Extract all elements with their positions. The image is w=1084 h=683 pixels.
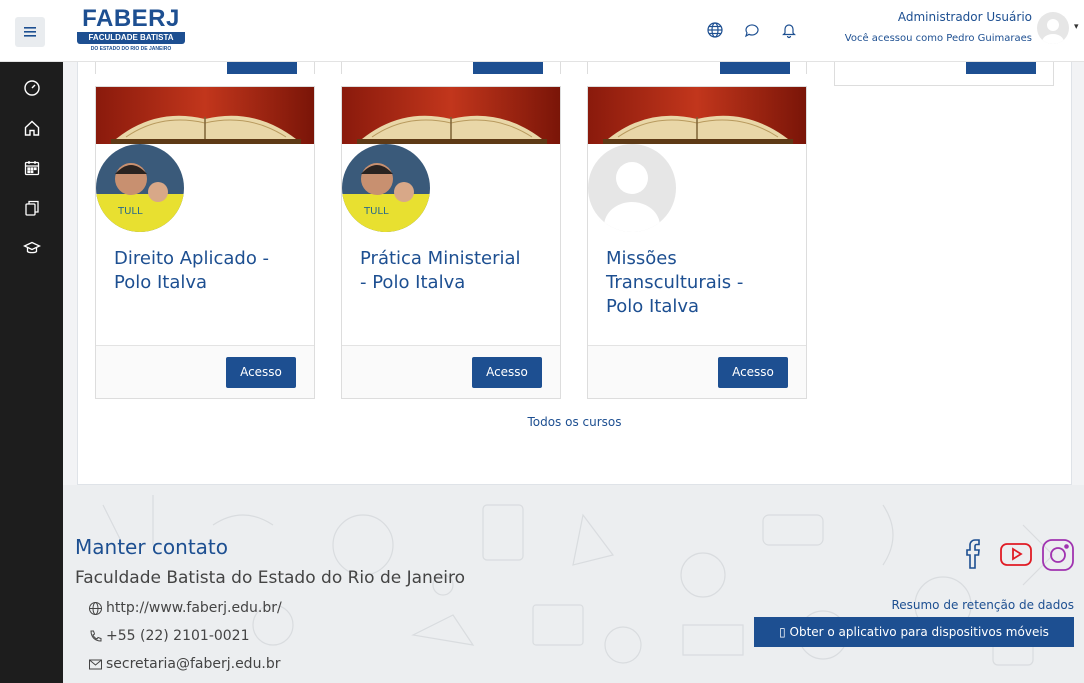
course-image[interactable] xyxy=(588,87,806,144)
phone-text[interactable]: +55 (22) 2101-0021 xyxy=(106,628,250,644)
organization-name: Faculdade Batista do Estado do Rio de Ja… xyxy=(75,568,466,588)
globe-icon xyxy=(89,601,102,615)
acesso-button[interactable]: Acesso xyxy=(472,357,542,388)
course-title[interactable]: Prática Ministerial - Polo Italva xyxy=(360,247,550,295)
menu-icon xyxy=(24,27,36,37)
contact-title: Manter contato xyxy=(75,535,228,559)
course-image[interactable] xyxy=(96,87,314,144)
phone-icon xyxy=(90,630,102,642)
course-title[interactable]: Missões Transculturais - Polo Italva xyxy=(606,247,796,319)
files-icon[interactable] xyxy=(23,199,41,217)
course-title-line: Transculturais - xyxy=(606,272,744,293)
course-card[interactable]: TULL Prática Ministerial - Polo Italva A… xyxy=(341,86,561,399)
previous-acesso-button[interactable] xyxy=(966,62,1036,74)
graduation-cap-icon[interactable] xyxy=(23,239,41,257)
course-card-footer: Acesso xyxy=(588,345,806,398)
envelope-icon xyxy=(89,659,102,669)
course-title-line: - Polo Italva xyxy=(360,272,466,293)
acesso-button[interactable]: Acesso xyxy=(226,357,296,388)
navbar: FABERJ FACULDADE BATISTA DO ESTADO DO RI… xyxy=(0,0,1084,62)
course-title-line: Prática Ministerial xyxy=(360,248,521,269)
svg-text:TULL: TULL xyxy=(363,206,389,217)
course-title-line: Polo Italva xyxy=(606,296,700,317)
logo-band-text: FACULDADE BATISTA xyxy=(77,32,185,44)
calendar-icon[interactable] xyxy=(23,159,41,177)
email-text[interactable]: secretaria@faberj.edu.br xyxy=(106,656,281,672)
youtube-icon[interactable] xyxy=(999,538,1033,570)
previous-acesso-button[interactable] xyxy=(720,62,790,74)
user-menu-caret-icon[interactable]: ▾ xyxy=(1074,22,1079,32)
bell-icon[interactable] xyxy=(780,21,798,39)
email-contact[interactable]: secretaria@faberj.edu.br xyxy=(88,656,281,672)
faberj-logo[interactable]: FABERJ FACULDADE BATISTA DO ESTADO DO RI… xyxy=(77,6,185,58)
data-retention-link[interactable]: Resumo de retenção de dados xyxy=(891,598,1074,612)
acesso-button[interactable]: Acesso xyxy=(718,357,788,388)
course-title[interactable]: Direito Aplicado - Polo Italva xyxy=(114,247,304,295)
menu-toggle-button[interactable] xyxy=(15,17,45,47)
course-card[interactable]: Missões Transculturais - Polo Italva Ace… xyxy=(587,86,807,399)
previous-card-stub xyxy=(834,62,1054,86)
course-title-line: Missões xyxy=(606,248,677,269)
website-contact[interactable]: http://www.faberj.edu.br/ xyxy=(88,600,282,616)
logo-main-text: FABERJ xyxy=(77,6,185,32)
course-card[interactable]: TULL Direito Aplicado - Polo Italva Aces… xyxy=(95,86,315,399)
course-image[interactable] xyxy=(342,87,560,144)
instagram-icon[interactable] xyxy=(1041,538,1075,572)
logo-sub-text: DO ESTADO DO RIO DE JANEIRO xyxy=(90,46,172,52)
globe-icon[interactable] xyxy=(706,21,724,39)
teacher-avatar: TULL xyxy=(96,144,184,232)
previous-acesso-button[interactable] xyxy=(473,62,543,74)
home-icon[interactable] xyxy=(23,119,41,137)
logged-in-as-text: Você acessou como Pedro Guimaraes xyxy=(844,33,1032,44)
course-card-footer: Acesso xyxy=(96,345,314,398)
chat-icon[interactable] xyxy=(743,21,761,39)
all-courses-link[interactable]: Todos os cursos xyxy=(77,415,1072,429)
dashboard-icon[interactable] xyxy=(23,79,41,97)
mobile-app-label: Obter o aplicativo para dispositivos móv… xyxy=(789,625,1049,639)
course-title-line: Direito Aplicado - xyxy=(114,248,270,269)
default-avatar xyxy=(588,144,676,232)
website-text[interactable]: http://www.faberj.edu.br/ xyxy=(106,600,282,616)
nav-drawer xyxy=(0,62,63,683)
facebook-icon[interactable] xyxy=(964,538,986,570)
svg-text:TULL: TULL xyxy=(117,206,143,217)
previous-acesso-button[interactable] xyxy=(227,62,297,74)
phone-contact[interactable]: +55 (22) 2101-0021 xyxy=(88,628,250,644)
course-card-footer: Acesso xyxy=(342,345,560,398)
user-name[interactable]: Administrador Usuário xyxy=(898,10,1032,24)
user-avatar[interactable] xyxy=(1037,12,1069,44)
teacher-avatar: TULL xyxy=(342,144,430,232)
course-title-line: Polo Italva xyxy=(114,272,208,293)
mobile-phone-icon: ▯ xyxy=(779,625,790,639)
mobile-app-button[interactable]: ▯ Obter o aplicativo para dispositivos m… xyxy=(754,617,1074,647)
